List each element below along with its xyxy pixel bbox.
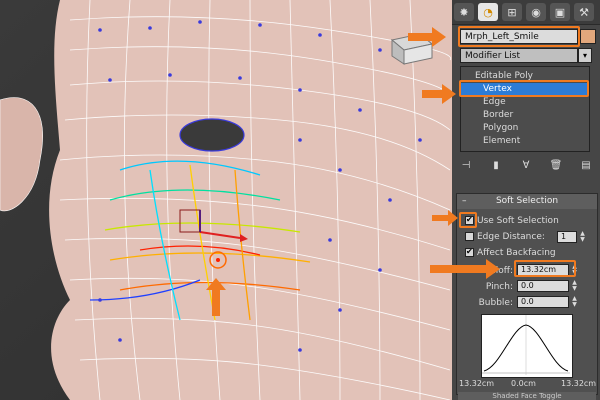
annotation-arrow-right-icon	[430, 259, 500, 279]
annotation-arrow-right-icon	[408, 27, 446, 47]
annotation-arrow-right-icon	[432, 210, 458, 226]
annotation-arrow-right-icon	[422, 84, 456, 104]
annotation-arrows	[408, 27, 500, 279]
